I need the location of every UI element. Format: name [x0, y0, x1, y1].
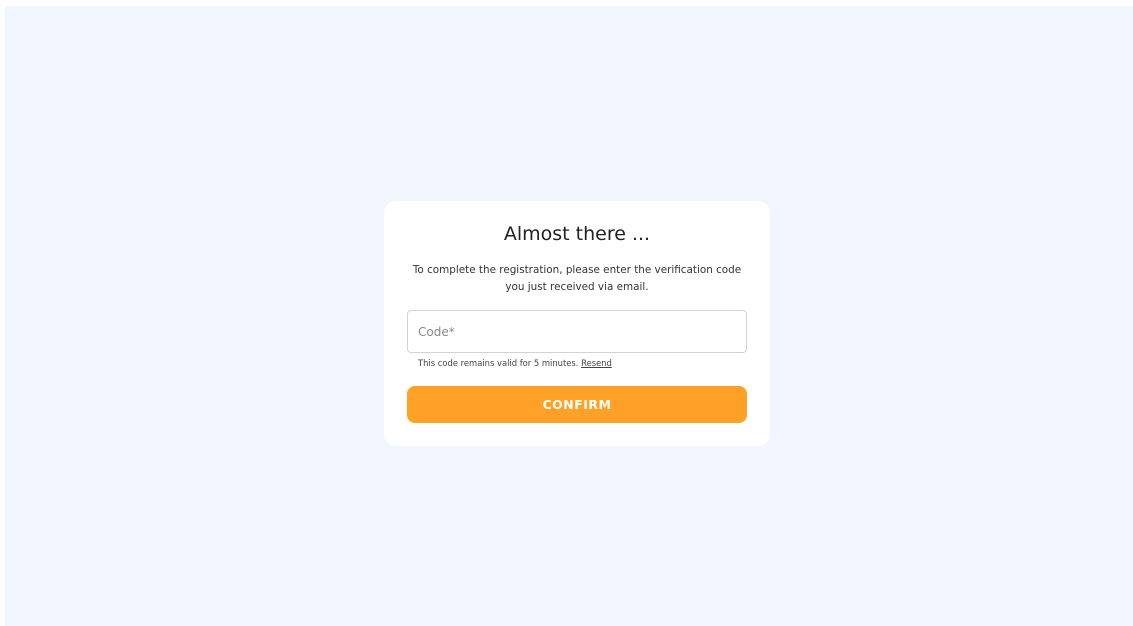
card-title: Almost there ... — [503, 223, 651, 245]
code-input[interactable] — [408, 311, 746, 352]
page-background: Almost there ... To complete the registr… — [5, 6, 1133, 626]
card-description: To complete the registration, please ent… — [412, 264, 742, 293]
resend-link[interactable]: Resend — [581, 358, 612, 368]
code-field — [407, 310, 747, 353]
hint-text: This code remains valid for 5 minutes. — [418, 358, 582, 368]
code-validity-hint: This code remains valid for 5 minutes. R… — [418, 357, 612, 369]
verification-card: Almost there ... To complete the registr… — [384, 201, 770, 446]
confirm-button[interactable]: CONFIRM — [407, 386, 747, 423]
